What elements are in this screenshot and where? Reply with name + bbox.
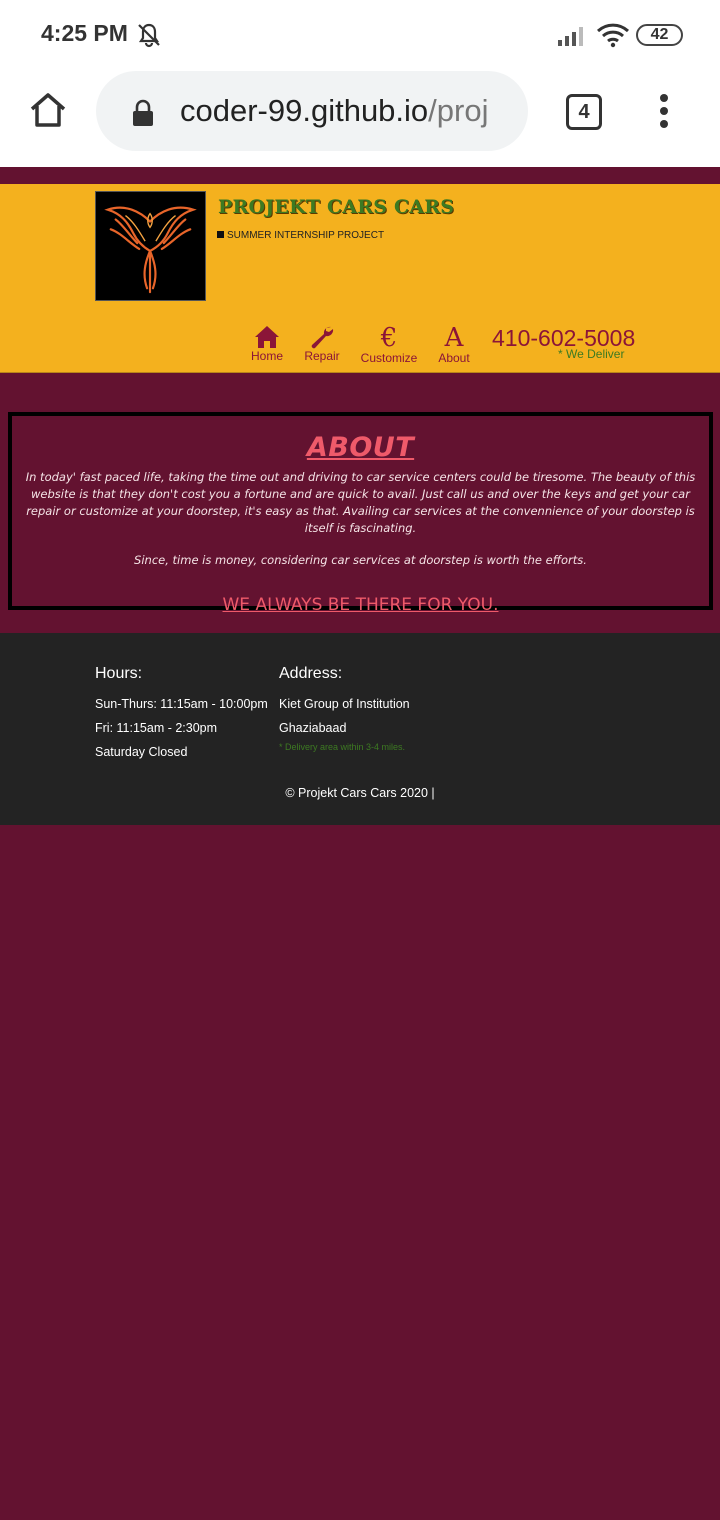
hours-title: Hours: [95, 665, 143, 682]
battery-indicator: 42 [636, 24, 683, 46]
about-paragraph-2: Since, time is money, considering car se… [134, 553, 587, 567]
site-subtitle-text: SUMMER INTERNSHIP PROJECT [227, 230, 385, 241]
top-strip [0, 167, 720, 184]
wifi-icon [596, 23, 630, 48]
euro-icon: € [380, 323, 398, 353]
tab-switcher-button[interactable]: 4 [566, 94, 602, 130]
nav-customize[interactable]: € Customize [360, 325, 418, 365]
url-host: coder-99.github.io [180, 93, 429, 128]
nav-customize-label: Customize [360, 351, 418, 365]
nav-home-label: Home [250, 349, 283, 363]
phoenix-logo[interactable] [95, 191, 206, 301]
square-bullet-icon [217, 231, 224, 238]
site-footer: Hours: Sun-Thurs: 11:15am - 10:00pm Fri:… [0, 633, 720, 825]
more-menu-icon[interactable] [656, 94, 672, 130]
about-paragraph-1: In today' fast paced life, taking the ti… [25, 470, 696, 535]
site-subtitle: SUMMER INTERNSHIP PROJECT [217, 230, 384, 241]
about-section: ABOUT In today' fast paced life, taking … [8, 412, 713, 615]
address-bar[interactable]: coder-99.github.io/proj [96, 71, 528, 151]
address-title: Address: [279, 665, 343, 682]
hours-line: Fri: 11:15am - 2:30pm [95, 721, 218, 735]
lock-icon [133, 99, 153, 126]
delivery-area-note: * Delivery area within 3-4 miles. [279, 742, 406, 752]
we-deliver-note: * We Deliver [558, 347, 625, 361]
bell-off-icon [138, 23, 160, 48]
status-bar: 4:25 PM 42 [0, 0, 720, 68]
nav-repair-label: Repair [304, 349, 340, 363]
address-column: Address: Kiet Group of Institution Ghazi… [279, 665, 410, 752]
status-time: 4:25 PM [41, 20, 128, 46]
home-icon[interactable] [28, 90, 68, 130]
copyright: © Projekt Cars Cars 2020 | [285, 786, 435, 800]
url-path: /proj [428, 93, 489, 128]
about-title: ABOUT [306, 432, 415, 463]
site-title: PROJEKT CARS CARS [218, 196, 455, 218]
hours-column: Hours: Sun-Thurs: 11:15am - 10:00pm Fri:… [95, 665, 268, 764]
nav-repair[interactable]: Repair [303, 325, 341, 363]
wrench-icon [311, 326, 334, 349]
nav-home[interactable]: Home [250, 325, 284, 363]
signal-icon [558, 27, 583, 46]
site-header: PROJEKT CARS CARS SUMMER INTERNSHIP PROJ… [0, 184, 720, 373]
hours-line: Saturday Closed [95, 745, 188, 759]
font-a-icon: A [444, 323, 464, 353]
home-icon [255, 326, 279, 348]
hours-line: Sun-Thurs: 11:15am - 10:00pm [95, 697, 268, 711]
address-line: Ghaziabaad [279, 721, 347, 735]
url-text: coder-99.github.io/proj [180, 93, 488, 129]
nav-about-label: About [438, 351, 470, 365]
address-line: Kiet Group of Institution [279, 697, 410, 711]
browser-toolbar: coder-99.github.io/proj 4 [0, 68, 720, 167]
nav-about[interactable]: A About [436, 325, 472, 365]
about-cta: WE ALWAYS BE THERE FOR YOU. [222, 595, 499, 615]
